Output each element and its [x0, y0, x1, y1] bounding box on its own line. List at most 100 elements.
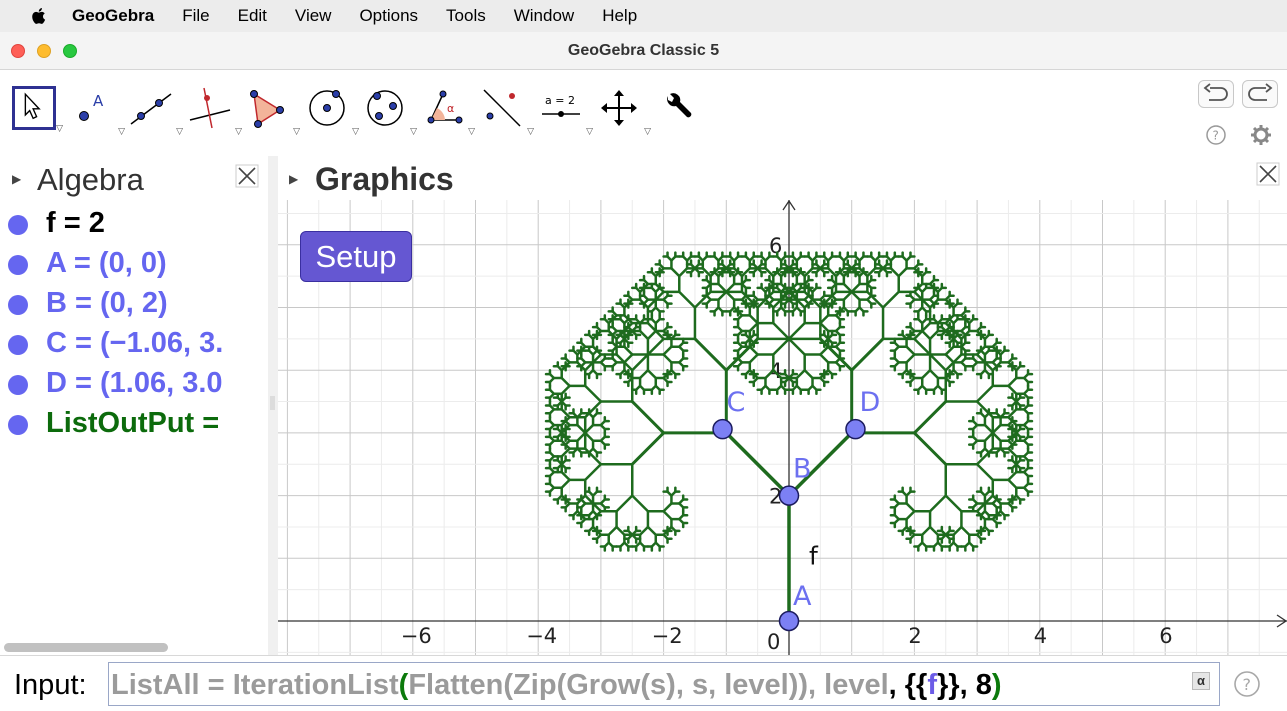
- tree-branch: [920, 329, 932, 341]
- toolbar: ▽ A ▽ ▽ ▽ ▽ ▽ ▽ α ▽ ▽ a = 2 ▽ ▽ ?: [0, 70, 1287, 156]
- tree-branch: [944, 353, 955, 364]
- tree-branch: [646, 525, 658, 537]
- visibility-toggle-icon[interactable]: [8, 255, 28, 275]
- angle-tool-button[interactable]: α ▽: [421, 86, 475, 136]
- polygon-icon: [250, 90, 284, 128]
- tree-branch: [662, 510, 673, 521]
- svg-text:?: ?: [1243, 675, 1252, 694]
- redo-icon: [1248, 83, 1273, 101]
- perpendicular-line-tool-button[interactable]: ▽: [188, 86, 242, 136]
- visibility-toggle-icon[interactable]: [8, 295, 28, 315]
- algebra-item-listoutput[interactable]: ListOutPut =: [0, 403, 268, 443]
- circle-center-point-tool-button[interactable]: ▽: [305, 86, 359, 136]
- menu-edit[interactable]: Edit: [238, 6, 267, 26]
- algebra-item-D[interactable]: D = (1.06, 3.0: [0, 363, 268, 403]
- algebra-item-A[interactable]: A = (0, 0): [0, 243, 268, 283]
- line-tool-button[interactable]: ▽: [129, 86, 183, 136]
- symbol-keyboard-button[interactable]: α: [1192, 672, 1210, 690]
- move-graphics-view-tool-button[interactable]: ▽: [597, 86, 651, 136]
- tree-branch: [975, 384, 995, 403]
- point-label-A: A: [793, 581, 812, 612]
- point-C: [712, 418, 733, 440]
- point-D: [845, 418, 866, 440]
- tree-branch: [646, 329, 658, 341]
- menu-file[interactable]: File: [182, 6, 209, 26]
- visibility-toggle-icon[interactable]: [8, 215, 28, 235]
- point-label-B: B: [793, 454, 812, 485]
- menu-help[interactable]: Help: [602, 6, 637, 26]
- input-field[interactable]: ListAll = IterationList(Flatten(Zip(Grow…: [108, 662, 1220, 706]
- menu-view[interactable]: View: [295, 6, 332, 26]
- svg-text:A: A: [93, 92, 104, 110]
- tool-menu-arrow-icon: ▽: [586, 126, 593, 136]
- tool-menu-arrow-icon: ▽: [644, 126, 651, 136]
- input-token: ListAll: [111, 669, 200, 701]
- input-token: ),: [666, 669, 692, 701]
- tree-branch: [975, 447, 995, 466]
- visibility-toggle-icon[interactable]: [8, 335, 28, 355]
- x-tick-label: −2: [652, 624, 683, 648]
- tool-menu-arrow-icon: ▽: [352, 126, 359, 136]
- help-icon[interactable]: ?: [1205, 124, 1227, 146]
- point-tool-button[interactable]: A ▽: [71, 86, 125, 136]
- undo-icon: [1203, 83, 1228, 101]
- slider-tool-button[interactable]: a = 2 ▽: [539, 86, 593, 136]
- tree-branch: [662, 345, 673, 356]
- circle-center-icon: [309, 90, 345, 126]
- redo-button[interactable]: [1242, 80, 1278, 108]
- reflect-tool-button[interactable]: ▽: [480, 86, 534, 136]
- algebra-view: f = 2 A = (0, 0) B = (0, 2) C = (−1.06, …: [0, 200, 268, 655]
- tree-branch: [920, 525, 932, 537]
- tree-branch: [803, 368, 814, 380]
- help-icon[interactable]: ?: [1233, 670, 1261, 698]
- polygon-tool-button[interactable]: ▽: [246, 86, 300, 136]
- input-token: level: [724, 669, 789, 701]
- algebra-item-C[interactable]: C = (−1.06, 3.: [0, 323, 268, 363]
- tree-branch: [630, 400, 666, 435]
- tool-customize-button[interactable]: [656, 86, 700, 130]
- points: A B C D: [712, 387, 880, 632]
- algebra-item-f[interactable]: f = 2: [0, 203, 268, 243]
- view-divider[interactable]: [268, 156, 278, 655]
- move-tool-button[interactable]: ▽: [12, 86, 63, 133]
- close-algebra-view-icon[interactable]: [235, 164, 259, 188]
- input-token: (: [556, 669, 567, 701]
- tree-branch: [748, 353, 759, 364]
- tool-menu-arrow-icon: ▽: [235, 126, 242, 136]
- circle-three-points-tool-button[interactable]: ▽: [363, 86, 417, 136]
- graphics-canvas[interactable]: −6−4−20246246 f ABCD: [278, 200, 1287, 655]
- undo-button[interactable]: [1198, 80, 1234, 108]
- algebra-horizontal-scrollbar[interactable]: [4, 643, 168, 652]
- menu-options[interactable]: Options: [359, 6, 418, 26]
- x-tick-label: 4: [1034, 624, 1047, 648]
- tree-branch: [819, 290, 838, 309]
- menu-tools[interactable]: Tools: [446, 6, 486, 26]
- algebra-item-text: f = 2: [46, 207, 105, 239]
- collapse-arrow-icon[interactable]: ▶: [12, 172, 21, 186]
- visibility-toggle-icon[interactable]: [8, 375, 28, 395]
- visibility-toggle-icon[interactable]: [8, 415, 28, 435]
- tree-branch: [630, 431, 666, 466]
- tree-branch: [905, 502, 916, 513]
- close-graphics-view-icon[interactable]: [1256, 162, 1280, 186]
- tree-branch: [897, 267, 908, 278]
- algebra-item-B[interactable]: B = (0, 2): [0, 283, 268, 323]
- divider-handle[interactable]: [270, 396, 275, 410]
- menu-app-name[interactable]: GeoGebra: [72, 6, 154, 26]
- collapse-arrow-icon[interactable]: ▶: [289, 172, 298, 186]
- input-bar: Input: ListAll = IterationList(Flatten(Z…: [0, 655, 1287, 711]
- input-label: Input:: [14, 669, 87, 701]
- tool-menu-arrow-icon: ▽: [176, 126, 183, 136]
- input-token: s: [650, 669, 667, 701]
- point-icon: A: [79, 92, 104, 121]
- menu-window[interactable]: Window: [514, 6, 574, 26]
- gear-icon[interactable]: [1250, 124, 1272, 146]
- graphics-view[interactable]: −6−4−20246246 f ABCD Setup: [278, 200, 1287, 655]
- input-token: Grow: [566, 669, 641, 701]
- tree-branch: [631, 353, 650, 372]
- x-tick-label: 6: [1159, 624, 1172, 648]
- setup-button[interactable]: Setup: [300, 231, 412, 282]
- apple-icon[interactable]: [28, 5, 50, 27]
- input-field-value: ListAll = IterationList(Flatten(Zip(Grow…: [111, 669, 1002, 702]
- input-token: IterationList: [232, 669, 399, 701]
